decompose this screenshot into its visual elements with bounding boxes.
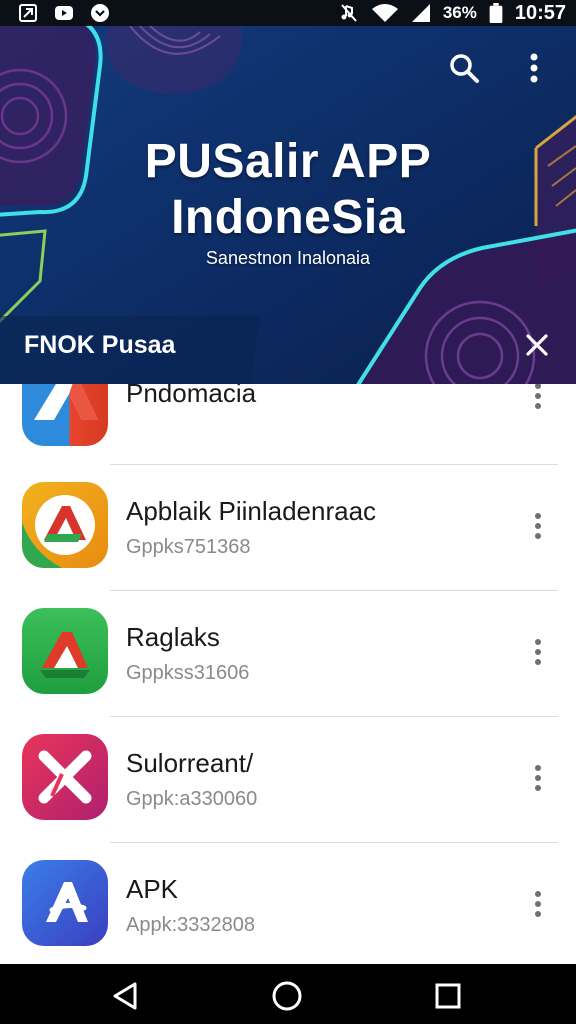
header-banner: PUSalir APP IndoneSia Sanestnon Inalonai… (0, 26, 576, 384)
app-name: Raglaks (126, 622, 220, 652)
divider (110, 464, 558, 465)
app-package: Gppkss31606 (126, 662, 250, 684)
divider (110, 842, 558, 843)
divider (110, 716, 558, 717)
chat-icon (91, 4, 109, 22)
banner-title-line1: PUSalir APP (144, 135, 432, 188)
app-name: Sulorreant/ (126, 748, 254, 778)
navigation-bar (0, 964, 576, 1024)
home-button[interactable] (265, 974, 309, 1018)
youtube-icon (55, 6, 73, 20)
more-vert-icon (535, 639, 541, 665)
list-item[interactable]: Sulorreant/ Gppk:a330060 (0, 718, 576, 844)
recents-icon (435, 983, 461, 1009)
app-icon-pndomacia (22, 384, 108, 446)
more-vert-icon (535, 891, 541, 917)
app-icon-sulorreant (22, 734, 108, 820)
signal-icon (411, 4, 430, 22)
more-vert-icon (535, 513, 541, 539)
app-list: Pndomacia Apblaik Piinladenraac Gppks751… (0, 384, 576, 964)
wifi-icon (371, 4, 398, 22)
more-vert-icon (535, 765, 541, 791)
app-more-button[interactable] (524, 758, 552, 798)
app-package: Gppk:a330060 (126, 788, 258, 810)
mute-icon (341, 4, 357, 22)
section-label: FNOK Pusaa (24, 331, 176, 359)
recents-button[interactable] (426, 974, 470, 1018)
battery-percent: 36% (442, 3, 477, 22)
app-icon-raglaks (22, 608, 108, 694)
back-button[interactable] (104, 974, 148, 1018)
app-package: Appk:3332808 (126, 914, 256, 936)
list-item[interactable]: Apblaik Piinladenraac Gppks751368 (0, 466, 576, 592)
close-button[interactable] (520, 328, 554, 362)
app-more-button[interactable] (524, 506, 552, 546)
clock: 10:57 (514, 1, 566, 24)
list-item[interactable]: APK Appk:3332808 (0, 844, 576, 964)
app-more-button[interactable] (524, 632, 552, 672)
notification-app-icon (19, 4, 37, 22)
more-vert-icon (535, 384, 541, 409)
back-icon (113, 982, 137, 1010)
banner-subtitle: Sanestnon Inalonaia (205, 248, 371, 268)
close-icon (526, 334, 548, 356)
status-bar: 36% 10:57 (0, 0, 576, 26)
app-name: Pndomacia (126, 384, 257, 408)
search-button[interactable] (444, 48, 484, 88)
app-icon-apblaik (22, 482, 108, 568)
app-name: Apblaik Piinladenraac (126, 496, 377, 526)
more-options-button[interactable] (514, 48, 554, 88)
banner-title-line2: IndoneSia (171, 191, 405, 244)
battery-icon (489, 3, 503, 23)
app-more-button[interactable] (524, 884, 552, 924)
search-icon (450, 54, 479, 83)
app-name: APK (126, 874, 179, 904)
home-icon (272, 981, 302, 1011)
more-vert-icon (530, 53, 538, 83)
app-more-button[interactable] (524, 384, 552, 416)
app-icon-apk (22, 860, 108, 946)
divider (110, 590, 558, 591)
list-item[interactable]: Raglaks Gppkss31606 (0, 592, 576, 718)
app-package: Gppks751368 (126, 536, 251, 558)
